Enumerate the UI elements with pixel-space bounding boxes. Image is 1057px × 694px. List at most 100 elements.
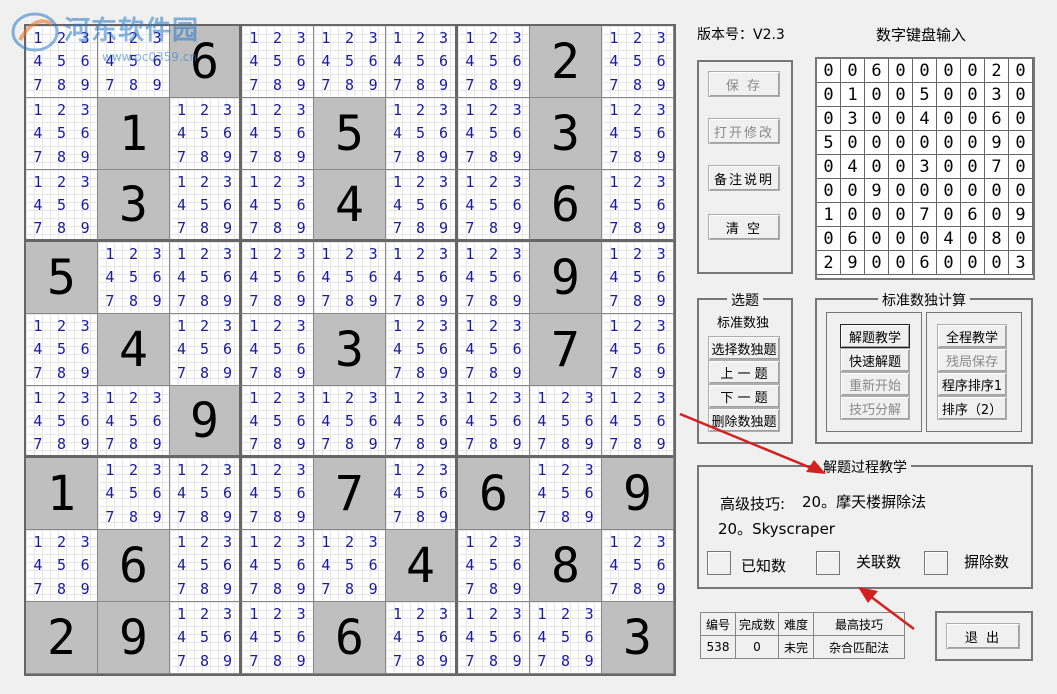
sudoku-given-cell[interactable]: 2 (530, 26, 602, 98)
keypad-cell[interactable]: 0 (961, 179, 985, 203)
keypad-cell[interactable]: 0 (889, 59, 913, 83)
keypad-cell[interactable]: 0 (961, 107, 985, 131)
sudoku-candidate-cell[interactable]: 123 456 789 (98, 458, 170, 530)
keypad-cell[interactable]: 0 (841, 179, 865, 203)
sudoku-candidate-cell[interactable]: 123 456 789 (170, 98, 242, 170)
exit-button[interactable]: 退 出 (946, 623, 1020, 649)
keypad-cell[interactable]: 0 (1009, 83, 1033, 107)
sudoku-given-cell[interactable]: 4 (386, 530, 458, 602)
keypad-cell[interactable]: 0 (1009, 107, 1033, 131)
keypad-cell[interactable]: 6 (913, 251, 937, 275)
sudoku-given-cell[interactable]: 9 (170, 386, 242, 458)
sudoku-given-cell[interactable]: 3 (602, 602, 674, 674)
keypad-cell[interactable]: 1 (817, 203, 841, 227)
keypad-cell[interactable]: 0 (937, 203, 961, 227)
sudoku-candidate-cell[interactable]: 123 456 789 (26, 98, 98, 170)
sudoku-candidate-cell[interactable]: 123 456 789 (242, 386, 314, 458)
keypad-cell[interactable]: 0 (889, 203, 913, 227)
sudoku-candidate-cell[interactable]: 123 456 789 (602, 530, 674, 602)
keypad-cell[interactable]: 0 (961, 131, 985, 155)
sudoku-candidate-cell[interactable]: 123 456 789 (458, 98, 530, 170)
sudoku-candidate-cell[interactable]: 123 456 789 (170, 314, 242, 386)
keypad-cell[interactable]: 7 (985, 155, 1009, 179)
keypad-cell[interactable]: 3 (841, 107, 865, 131)
sudoku-candidate-cell[interactable]: 123 456 789 (26, 170, 98, 242)
keypad-cell[interactable]: 0 (913, 131, 937, 155)
sudoku-candidate-cell[interactable]: 123 456 789 (458, 26, 530, 98)
keypad-cell[interactable]: 1 (841, 83, 865, 107)
sudoku-candidate-cell[interactable]: 123 456 789 (314, 530, 386, 602)
sudoku-given-cell[interactable]: 7 (314, 458, 386, 530)
teach-solve-button[interactable]: 解题教学 (840, 324, 910, 348)
keypad-cell[interactable]: 0 (889, 155, 913, 179)
keypad-cell[interactable]: 9 (1009, 203, 1033, 227)
sudoku-candidate-cell[interactable]: 123 456 789 (602, 242, 674, 314)
sudoku-given-cell[interactable]: 6 (530, 170, 602, 242)
keypad-cell[interactable]: 2 (985, 59, 1009, 83)
prev-puzzle-button[interactable]: 上 一 题 (708, 360, 780, 384)
sudoku-candidate-cell[interactable]: 123 456 789 (170, 242, 242, 314)
keypad-cell[interactable]: 0 (985, 251, 1009, 275)
sudoku-candidate-cell[interactable]: 123 456 789 (314, 242, 386, 314)
keypad-cell[interactable]: 0 (865, 227, 889, 251)
sudoku-candidate-cell[interactable]: 123 456 789 (170, 458, 242, 530)
keypad-cell[interactable]: 3 (1009, 251, 1033, 275)
keypad-cell[interactable]: 0 (1009, 155, 1033, 179)
sudoku-candidate-cell[interactable]: 123 456 789 (458, 602, 530, 674)
sudoku-candidate-cell[interactable]: 123 456 789 (242, 602, 314, 674)
sudoku-candidate-cell[interactable]: 123 456 789 (170, 602, 242, 674)
keypad-cell[interactable]: 0 (913, 59, 937, 83)
sudoku-candidate-cell[interactable]: 123 456 789 (602, 26, 674, 98)
sudoku-candidate-cell[interactable]: 123 456 789 (242, 98, 314, 170)
sudoku-given-cell[interactable]: 1 (98, 98, 170, 170)
keypad-cell[interactable]: 0 (1009, 227, 1033, 251)
sudoku-candidate-cell[interactable]: 123 456 789 (530, 602, 602, 674)
keypad-cell[interactable]: 0 (937, 107, 961, 131)
keypad-cell[interactable]: 6 (841, 227, 865, 251)
keypad-cell[interactable]: 0 (961, 155, 985, 179)
keypad-cell[interactable]: 2 (817, 251, 841, 275)
keypad-cell[interactable]: 0 (961, 251, 985, 275)
sudoku-given-cell[interactable]: 9 (530, 242, 602, 314)
keypad-cell[interactable]: 0 (817, 107, 841, 131)
keypad-cell[interactable]: 0 (937, 59, 961, 83)
sudoku-given-cell[interactable]: 5 (26, 242, 98, 314)
number-keypad[interactable]: 0060000200100500300300400605000000900400… (815, 57, 1035, 280)
keypad-cell[interactable]: 0 (865, 131, 889, 155)
sudoku-candidate-cell[interactable]: 123 456 789 (98, 386, 170, 458)
keypad-cell[interactable]: 0 (937, 179, 961, 203)
sudoku-candidate-cell[interactable]: 123 456 789 (314, 386, 386, 458)
keypad-cell[interactable]: 6 (865, 59, 889, 83)
keypad-cell[interactable]: 0 (1009, 179, 1033, 203)
sudoku-candidate-cell[interactable]: 123 456 789 (386, 602, 458, 674)
sudoku-given-cell[interactable]: 6 (170, 26, 242, 98)
sudoku-candidate-cell[interactable]: 123 456 789 (386, 26, 458, 98)
sudoku-candidate-cell[interactable]: 123 456 789 (242, 530, 314, 602)
keypad-cell[interactable]: 0 (889, 131, 913, 155)
sudoku-candidate-cell[interactable]: 123 456 789 (602, 170, 674, 242)
sudoku-candidate-cell[interactable]: 123 456 789 (242, 242, 314, 314)
keypad-cell[interactable]: 0 (817, 59, 841, 83)
sudoku-candidate-cell[interactable]: 123 456 789 (26, 386, 98, 458)
keypad-cell[interactable]: 0 (841, 131, 865, 155)
keypad-cell[interactable]: 0 (889, 179, 913, 203)
sudoku-candidate-cell[interactable]: 123 456 789 (386, 314, 458, 386)
restart-button[interactable]: 重新开始 (840, 372, 910, 396)
sudoku-given-cell[interactable]: 3 (98, 170, 170, 242)
keypad-cell[interactable]: 6 (961, 203, 985, 227)
sudoku-candidate-cell[interactable]: 123 456 789 (170, 170, 242, 242)
sudoku-candidate-cell[interactable]: 123 456 789 (458, 386, 530, 458)
keypad-cell[interactable]: 5 (817, 131, 841, 155)
sudoku-given-cell[interactable]: 2 (26, 602, 98, 674)
sudoku-given-cell[interactable]: 3 (530, 98, 602, 170)
keypad-cell[interactable]: 0 (817, 179, 841, 203)
keypad-cell[interactable]: 0 (937, 251, 961, 275)
sudoku-candidate-cell[interactable]: 123 456 789 (98, 26, 170, 98)
sudoku-given-cell[interactable]: 3 (314, 314, 386, 386)
full-teach-button[interactable]: 全程教学 (937, 324, 1007, 348)
keypad-cell[interactable]: 4 (937, 227, 961, 251)
sudoku-candidate-cell[interactable]: 123 456 789 (386, 170, 458, 242)
sudoku-candidate-cell[interactable]: 123 456 789 (386, 386, 458, 458)
sudoku-candidate-cell[interactable]: 123 456 789 (386, 242, 458, 314)
sudoku-given-cell[interactable]: 6 (458, 458, 530, 530)
